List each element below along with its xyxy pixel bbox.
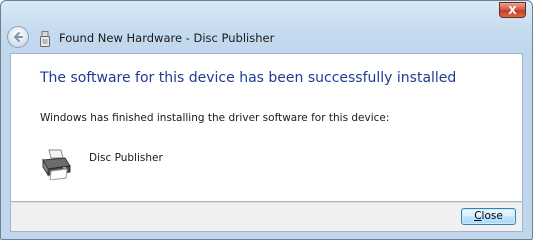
usb-hardware-icon (40, 31, 50, 47)
dialog-header: Found New Hardware - Disc Publisher (1, 23, 532, 53)
back-button[interactable] (7, 26, 29, 48)
close-button-mnemonic: C (474, 210, 482, 222)
back-arrow-icon (14, 32, 23, 42)
dialog-window: X Found New Hardware - Disc Publisher Th… (0, 0, 533, 240)
close-x-icon: X (508, 4, 517, 17)
device-name: Disc Publisher (89, 152, 163, 164)
close-button[interactable]: Close (461, 208, 516, 225)
close-button-label: lose (481, 210, 503, 222)
window-title: Found New Hardware - Disc Publisher (59, 31, 275, 45)
printer-icon (42, 149, 71, 180)
window-close-button[interactable]: X (499, 2, 526, 18)
status-message: Windows has finished installing the driv… (40, 112, 390, 124)
dialog-footer: Close (10, 202, 523, 232)
main-heading: The software for this device has been su… (40, 70, 457, 86)
dialog-content: The software for this device has been su… (10, 53, 523, 202)
